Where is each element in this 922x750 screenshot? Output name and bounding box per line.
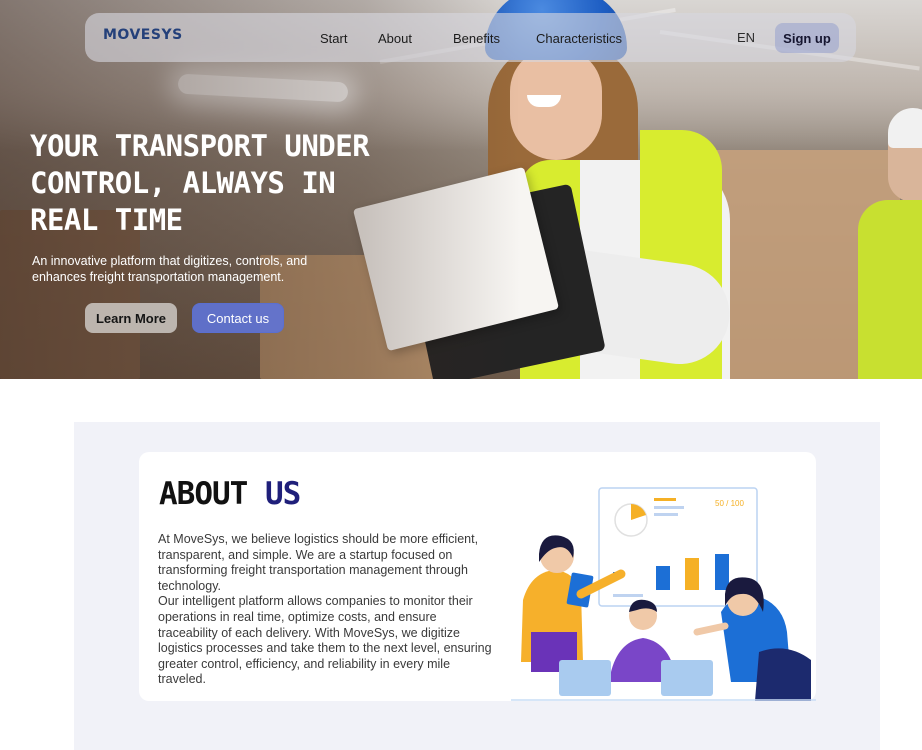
score-label: 50 / 100 (715, 499, 744, 508)
language-selector[interactable]: EN (737, 30, 755, 45)
dashboard-line (654, 506, 684, 509)
nav-link-benefits[interactable]: Benefits (453, 31, 500, 46)
about-description: At MoveSys, we believe logistics should … (158, 532, 498, 688)
about-paragraph-1: At MoveSys, we believe logistics should … (158, 532, 479, 593)
about-title: ABOUT US (159, 476, 301, 512)
nav-link-characteristics[interactable]: Characteristics (536, 31, 622, 46)
background-worker-vest (858, 200, 922, 379)
hero-subtitle: An innovative platform that digitizes, c… (32, 254, 308, 284)
bar-icon (685, 558, 699, 590)
laptop-icon (559, 660, 611, 696)
bar-icon (715, 554, 729, 590)
nav-link-about[interactable]: About (378, 31, 412, 46)
dashboard-line (654, 513, 678, 516)
nav-link-start[interactable]: Start (320, 31, 347, 46)
about-title-main: ABOUT (159, 476, 248, 512)
hero-section: YOUR TRANSPORT UNDER CONTROL, ALWAYS IN … (0, 0, 922, 379)
dashboard-line (613, 594, 643, 597)
logo[interactable]: MOVESYS (103, 27, 183, 43)
sign-up-button[interactable]: Sign up (775, 23, 839, 53)
learn-more-button[interactable]: Learn More (85, 303, 177, 333)
bar-icon (656, 566, 670, 590)
hero-title: YOUR TRANSPORT UNDER CONTROL, ALWAYS IN … (30, 129, 370, 237)
dashboard-line (654, 498, 676, 501)
about-paragraph-2: Our intelligent platform allows companie… (158, 594, 492, 687)
person-right-pants (755, 648, 811, 701)
about-title-accent: US (265, 476, 301, 512)
about-card: ABOUT US At MoveSys, we believe logistic… (139, 452, 816, 701)
team-analytics-illustration: 50 / 100 (511, 487, 816, 701)
laptop-icon (661, 660, 713, 696)
person-right-arm (693, 622, 729, 636)
top-navbar: MOVESYS Start About Benefits Characteris… (85, 13, 856, 62)
contact-us-button[interactable]: Contact us (192, 303, 284, 333)
